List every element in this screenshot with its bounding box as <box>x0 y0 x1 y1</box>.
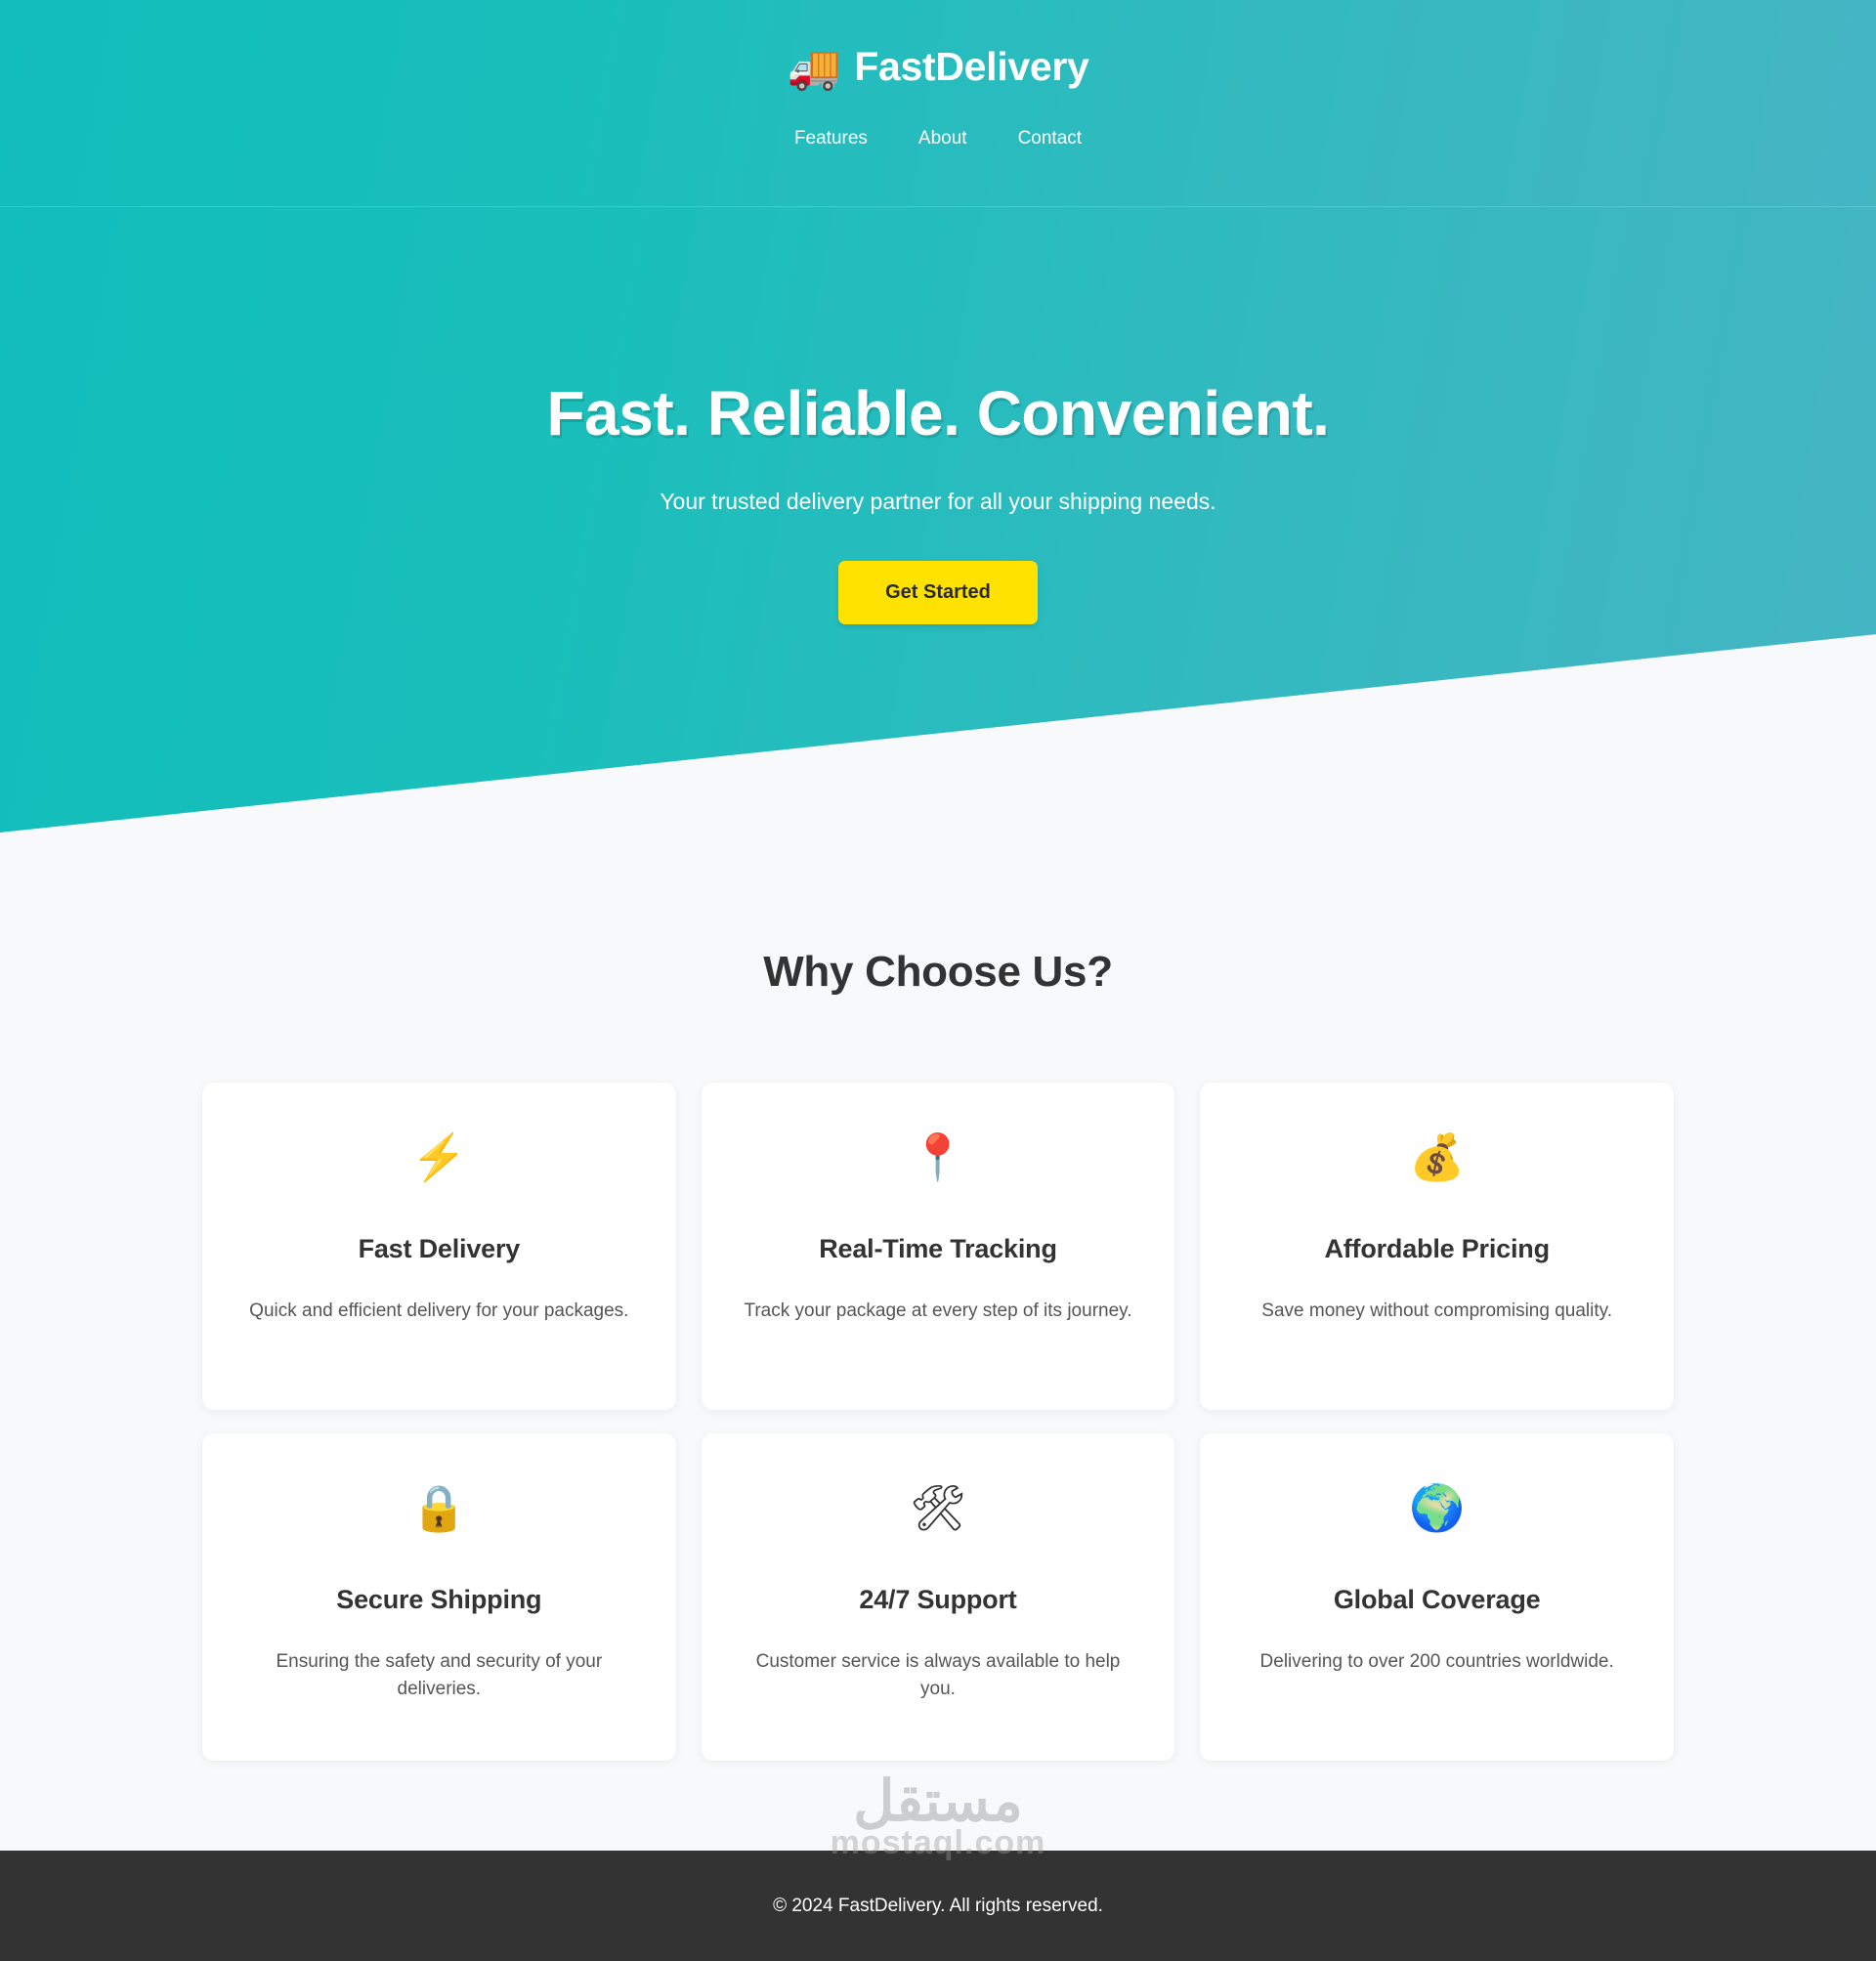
hammer-and-wrench-icon: 🛠 <box>909 1482 967 1533</box>
feature-card[interactable]: 🌍 Global Coverage Delivering to over 200… <box>1200 1433 1674 1761</box>
feature-card-description: Customer service is always available to … <box>755 1651 1121 1699</box>
feature-card-title: Real-Time Tracking <box>819 1234 1057 1263</box>
hero-section: Fast. Reliable. Convenient. Your trusted… <box>0 207 1876 832</box>
main-navigation: Features About Contact <box>794 128 1082 149</box>
feature-card-title: 24/7 Support <box>859 1585 1017 1614</box>
globe-icon: 🌍 <box>1409 1482 1466 1533</box>
feature-card[interactable]: ⚡ Fast Delivery Quick and efficient deli… <box>202 1083 676 1410</box>
page-wrapper: 🚚 FastDelivery Features About Contact Fa… <box>0 0 1876 1961</box>
feature-card[interactable]: 💰 Affordable Pricing Save money without … <box>1200 1083 1674 1410</box>
feature-card-description: Quick and efficient delivery for your pa… <box>249 1300 629 1321</box>
footer-copyright: © 2024 FastDelivery. All rights reserved… <box>773 1895 1103 1916</box>
nav-link-contact[interactable]: Contact <box>1018 128 1082 149</box>
lightning-bolt-icon: ⚡ <box>410 1131 467 1182</box>
feature-card-description: Save money without compromising quality. <box>1261 1300 1612 1321</box>
feature-cards-grid: ⚡ Fast Delivery Quick and efficient deli… <box>202 1083 1674 1761</box>
map-pin-icon: 📍 <box>910 1131 966 1182</box>
brand-name: FastDelivery <box>854 43 1089 89</box>
feature-card-title: Global Coverage <box>1333 1585 1541 1614</box>
section-title: Why Choose Us? <box>763 948 1113 996</box>
brand-logo[interactable]: 🚚 FastDelivery <box>787 43 1089 92</box>
nav-link-about[interactable]: About <box>918 128 967 149</box>
feature-card-description: Track your package at every step of its … <box>744 1300 1132 1321</box>
feature-card-title: Secure Shipping <box>336 1585 542 1614</box>
get-started-button[interactable]: Get Started <box>838 561 1038 624</box>
feature-card[interactable]: 📍 Real-Time Tracking Track your package … <box>701 1083 1175 1410</box>
site-header: 🚚 FastDelivery Features About Contact <box>0 0 1876 207</box>
money-bag-icon: 💰 <box>1409 1131 1466 1182</box>
feature-card-description: Ensuring the safety and security of your… <box>276 1651 603 1699</box>
site-footer: © 2024 FastDelivery. All rights reserved… <box>0 1851 1876 1961</box>
nav-link-features[interactable]: Features <box>794 128 868 149</box>
feature-card-description: Delivering to over 200 countries worldwi… <box>1259 1651 1614 1672</box>
feature-card-title: Fast Delivery <box>358 1234 521 1263</box>
feature-card[interactable]: 🛠 24/7 Support Customer service is alway… <box>701 1433 1175 1761</box>
feature-card-title: Affordable Pricing <box>1324 1234 1550 1263</box>
features-section: Why Choose Us? ⚡ Fast Delivery Quick and… <box>0 832 1876 1851</box>
hero-content: Fast. Reliable. Convenient. Your trusted… <box>0 207 1876 624</box>
hero-subtitle: Your trusted delivery partner for all yo… <box>660 489 1216 514</box>
feature-card[interactable]: 🔒 Secure Shipping Ensuring the safety an… <box>202 1433 676 1761</box>
delivery-truck-icon: 🚚 <box>787 44 841 92</box>
lock-icon: 🔒 <box>410 1482 467 1533</box>
hero-title: Fast. Reliable. Convenient. <box>546 378 1330 448</box>
